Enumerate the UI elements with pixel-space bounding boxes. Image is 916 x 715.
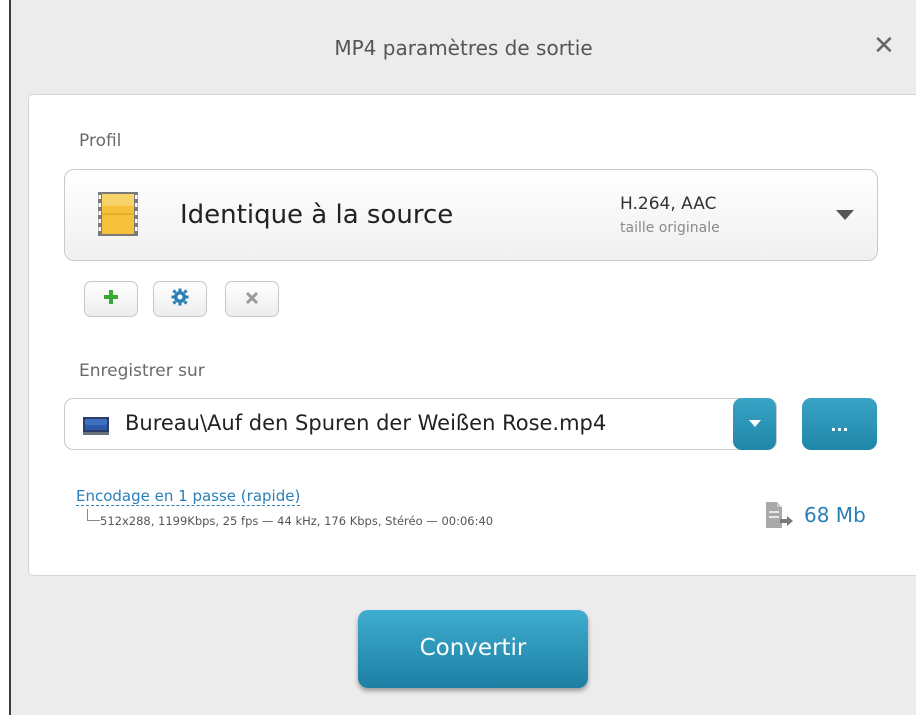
profile-settings-button[interactable] xyxy=(153,281,207,317)
film-icon xyxy=(98,192,138,240)
profile-name: Identique à la source xyxy=(180,200,454,230)
close-icon[interactable]: ✕ xyxy=(873,33,895,59)
estimated-size: 68 Mb xyxy=(804,503,866,527)
encoding-mode-link[interactable]: Encodage en 1 passe (rapide) xyxy=(76,487,301,506)
save-path-text: Bureau\Auf den Spuren der Weißen Rose.mp… xyxy=(125,411,607,435)
plus-icon xyxy=(103,289,119,309)
add-profile-button[interactable] xyxy=(84,281,138,317)
output-settings-dialog: MP4 paramètres de sortie ✕ Profil Identi… xyxy=(11,0,916,715)
tree-connector xyxy=(87,509,100,521)
chevron-down-icon xyxy=(749,420,761,427)
background-window-edge xyxy=(0,0,9,715)
save-label: Enregistrer sur xyxy=(79,361,205,381)
gear-icon xyxy=(171,288,189,310)
profile-label: Profil xyxy=(79,131,122,151)
profile-codec: H.264, AAC xyxy=(620,194,717,214)
file-size-icon xyxy=(760,500,794,534)
recent-paths-dropdown-button[interactable] xyxy=(733,398,776,450)
convert-button[interactable]: Convertir xyxy=(358,610,588,688)
monitor-icon xyxy=(83,417,109,439)
profile-size-note: taille originale xyxy=(620,220,720,236)
x-icon xyxy=(245,290,259,309)
browse-button[interactable]: ... xyxy=(802,398,877,450)
profile-dropdown[interactable]: Identique à la source H.264, AAC taille … xyxy=(64,169,878,261)
encoding-details: 512x288, 1199Kbps, 25 fps — 44 kHz, 176 … xyxy=(100,514,494,528)
delete-profile-button[interactable] xyxy=(225,281,279,317)
dialog-title: MP4 paramètres de sortie xyxy=(334,36,593,60)
save-path-field[interactable]: Bureau\Auf den Spuren der Weißen Rose.mp… xyxy=(64,398,777,450)
chevron-down-icon xyxy=(836,210,854,220)
